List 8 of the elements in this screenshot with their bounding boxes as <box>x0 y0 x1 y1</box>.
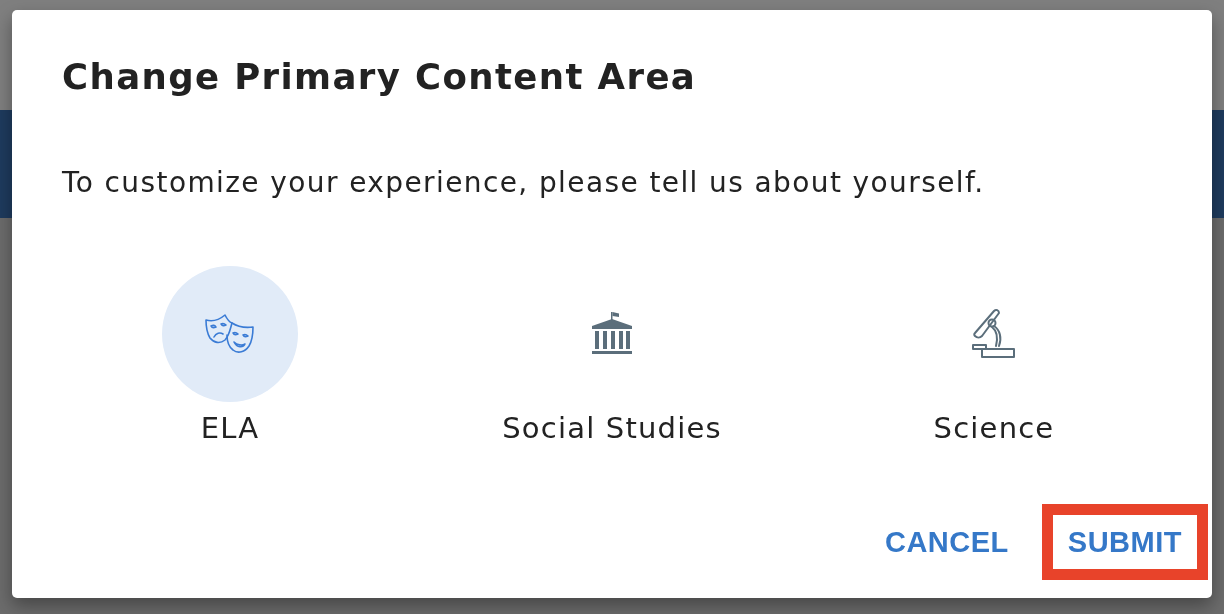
theater-masks-icon <box>205 313 255 355</box>
microscope-icon <box>972 307 1016 361</box>
subject-option[interactable]: Science <box>926 266 1062 446</box>
subject-option[interactable]: Social Studies <box>502 266 722 446</box>
dialog-message: To customize your experience, please tell us about yourself. <box>62 166 985 200</box>
subject-option[interactable]: ELA <box>162 266 298 446</box>
dialog-title: Change Primary Content Area <box>62 55 697 99</box>
bank-building-icon <box>591 312 633 356</box>
